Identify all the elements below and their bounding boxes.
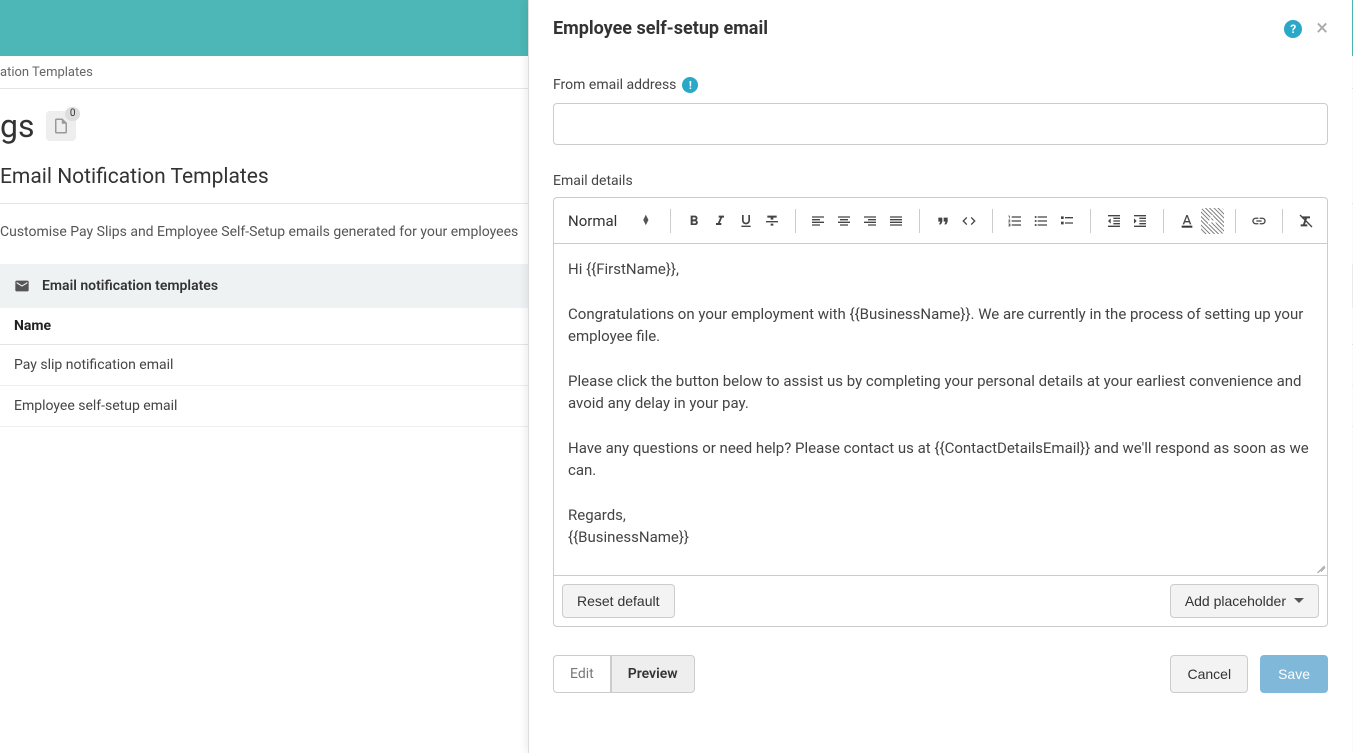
bold-icon: [686, 213, 702, 229]
strikethrough-icon: [764, 213, 780, 229]
text-color-button[interactable]: [1175, 208, 1199, 234]
bold-button[interactable]: [682, 208, 706, 234]
sort-arrows-icon: ▲▼: [641, 216, 650, 226]
reset-default-button[interactable]: Reset default: [562, 584, 675, 618]
editor-body[interactable]: Hi {{FirstName}}, Congratulations on you…: [554, 244, 1327, 575]
link-icon: [1251, 213, 1267, 229]
info-icon[interactable]: !: [682, 77, 698, 93]
editor-toolbar: Normal ▲▼: [554, 198, 1327, 244]
outdent-button[interactable]: [1102, 208, 1126, 234]
indent-icon: [1132, 213, 1148, 229]
align-center-button[interactable]: [832, 208, 856, 234]
modal-actions: Edit Preview Cancel Save: [553, 655, 1328, 693]
tab-group: Edit Preview: [553, 655, 695, 693]
link-button[interactable]: [1247, 208, 1271, 234]
checklist-button[interactable]: [1055, 208, 1079, 234]
email-details-label: Email details: [553, 173, 1328, 189]
toolbar-separator: [1235, 209, 1236, 233]
underline-button[interactable]: [734, 208, 758, 234]
body-paragraph: Have any questions or need help? Please …: [568, 437, 1313, 482]
resize-handle[interactable]: [1313, 561, 1325, 573]
modal-overlay: Employee self-setup email ? × From email…: [0, 0, 1353, 753]
underline-icon: [738, 213, 754, 229]
body-paragraph: Congratulations on your employment with …: [568, 303, 1313, 348]
toolbar-separator: [1282, 209, 1283, 233]
unordered-list-button[interactable]: [1029, 208, 1053, 234]
format-label: Normal: [568, 212, 617, 230]
strikethrough-button[interactable]: [760, 208, 784, 234]
code-icon: [961, 213, 977, 229]
italic-icon: [712, 213, 728, 229]
align-center-icon: [836, 213, 852, 229]
ordered-list-icon: [1007, 213, 1023, 229]
italic-button[interactable]: [708, 208, 732, 234]
toolbar-separator: [1090, 209, 1091, 233]
toolbar-separator: [670, 209, 671, 233]
clear-format-button[interactable]: [1294, 208, 1318, 234]
add-placeholder-button[interactable]: Add placeholder: [1170, 584, 1319, 618]
rich-text-editor: Normal ▲▼: [553, 197, 1328, 627]
from-email-label: From email address !: [553, 77, 1328, 93]
code-button[interactable]: [957, 208, 981, 234]
from-email-input[interactable]: [553, 103, 1328, 145]
toolbar-separator: [919, 209, 920, 233]
tab-preview[interactable]: Preview: [611, 655, 695, 693]
add-placeholder-label: Add placeholder: [1185, 593, 1286, 609]
background-color-button[interactable]: [1201, 208, 1225, 234]
body-paragraph: Please click the button below to assist …: [568, 370, 1313, 415]
align-justify-button[interactable]: [884, 208, 908, 234]
modal-panel: Employee self-setup email ? × From email…: [528, 0, 1352, 753]
align-left-button[interactable]: [807, 208, 831, 234]
help-icon[interactable]: ?: [1284, 20, 1302, 38]
toolbar-separator: [992, 209, 993, 233]
toolbar-separator: [1163, 209, 1164, 233]
quote-icon: [935, 213, 951, 229]
from-email-label-text: From email address: [553, 77, 676, 93]
clear-format-icon: [1298, 213, 1314, 229]
cancel-button[interactable]: Cancel: [1170, 655, 1248, 693]
modal-title: Employee self-setup email: [553, 18, 768, 39]
blockquote-button[interactable]: [931, 208, 955, 234]
modal-header: Employee self-setup email ? ×: [553, 18, 1328, 39]
checklist-icon: [1059, 213, 1075, 229]
save-button[interactable]: Save: [1260, 655, 1328, 693]
background-color-icon: [1204, 213, 1220, 229]
text-color-icon: [1179, 213, 1195, 229]
unordered-list-icon: [1033, 213, 1049, 229]
align-right-button[interactable]: [858, 208, 882, 234]
format-select[interactable]: Normal ▲▼: [562, 208, 660, 234]
ordered-list-button[interactable]: [1004, 208, 1028, 234]
body-paragraph: Regards, {{BusinessName}}: [568, 504, 1313, 549]
outdent-icon: [1106, 213, 1122, 229]
align-right-icon: [862, 213, 878, 229]
editor-footer: Reset default Add placeholder: [554, 575, 1327, 626]
toolbar-separator: [795, 209, 796, 233]
body-paragraph: Hi {{FirstName}},: [568, 258, 1313, 281]
align-justify-icon: [888, 213, 904, 229]
indent-button[interactable]: [1128, 208, 1152, 234]
align-left-icon: [810, 213, 826, 229]
chevron-down-icon: [1294, 598, 1304, 603]
tab-edit[interactable]: Edit: [553, 655, 611, 693]
close-icon[interactable]: ×: [1316, 20, 1328, 38]
